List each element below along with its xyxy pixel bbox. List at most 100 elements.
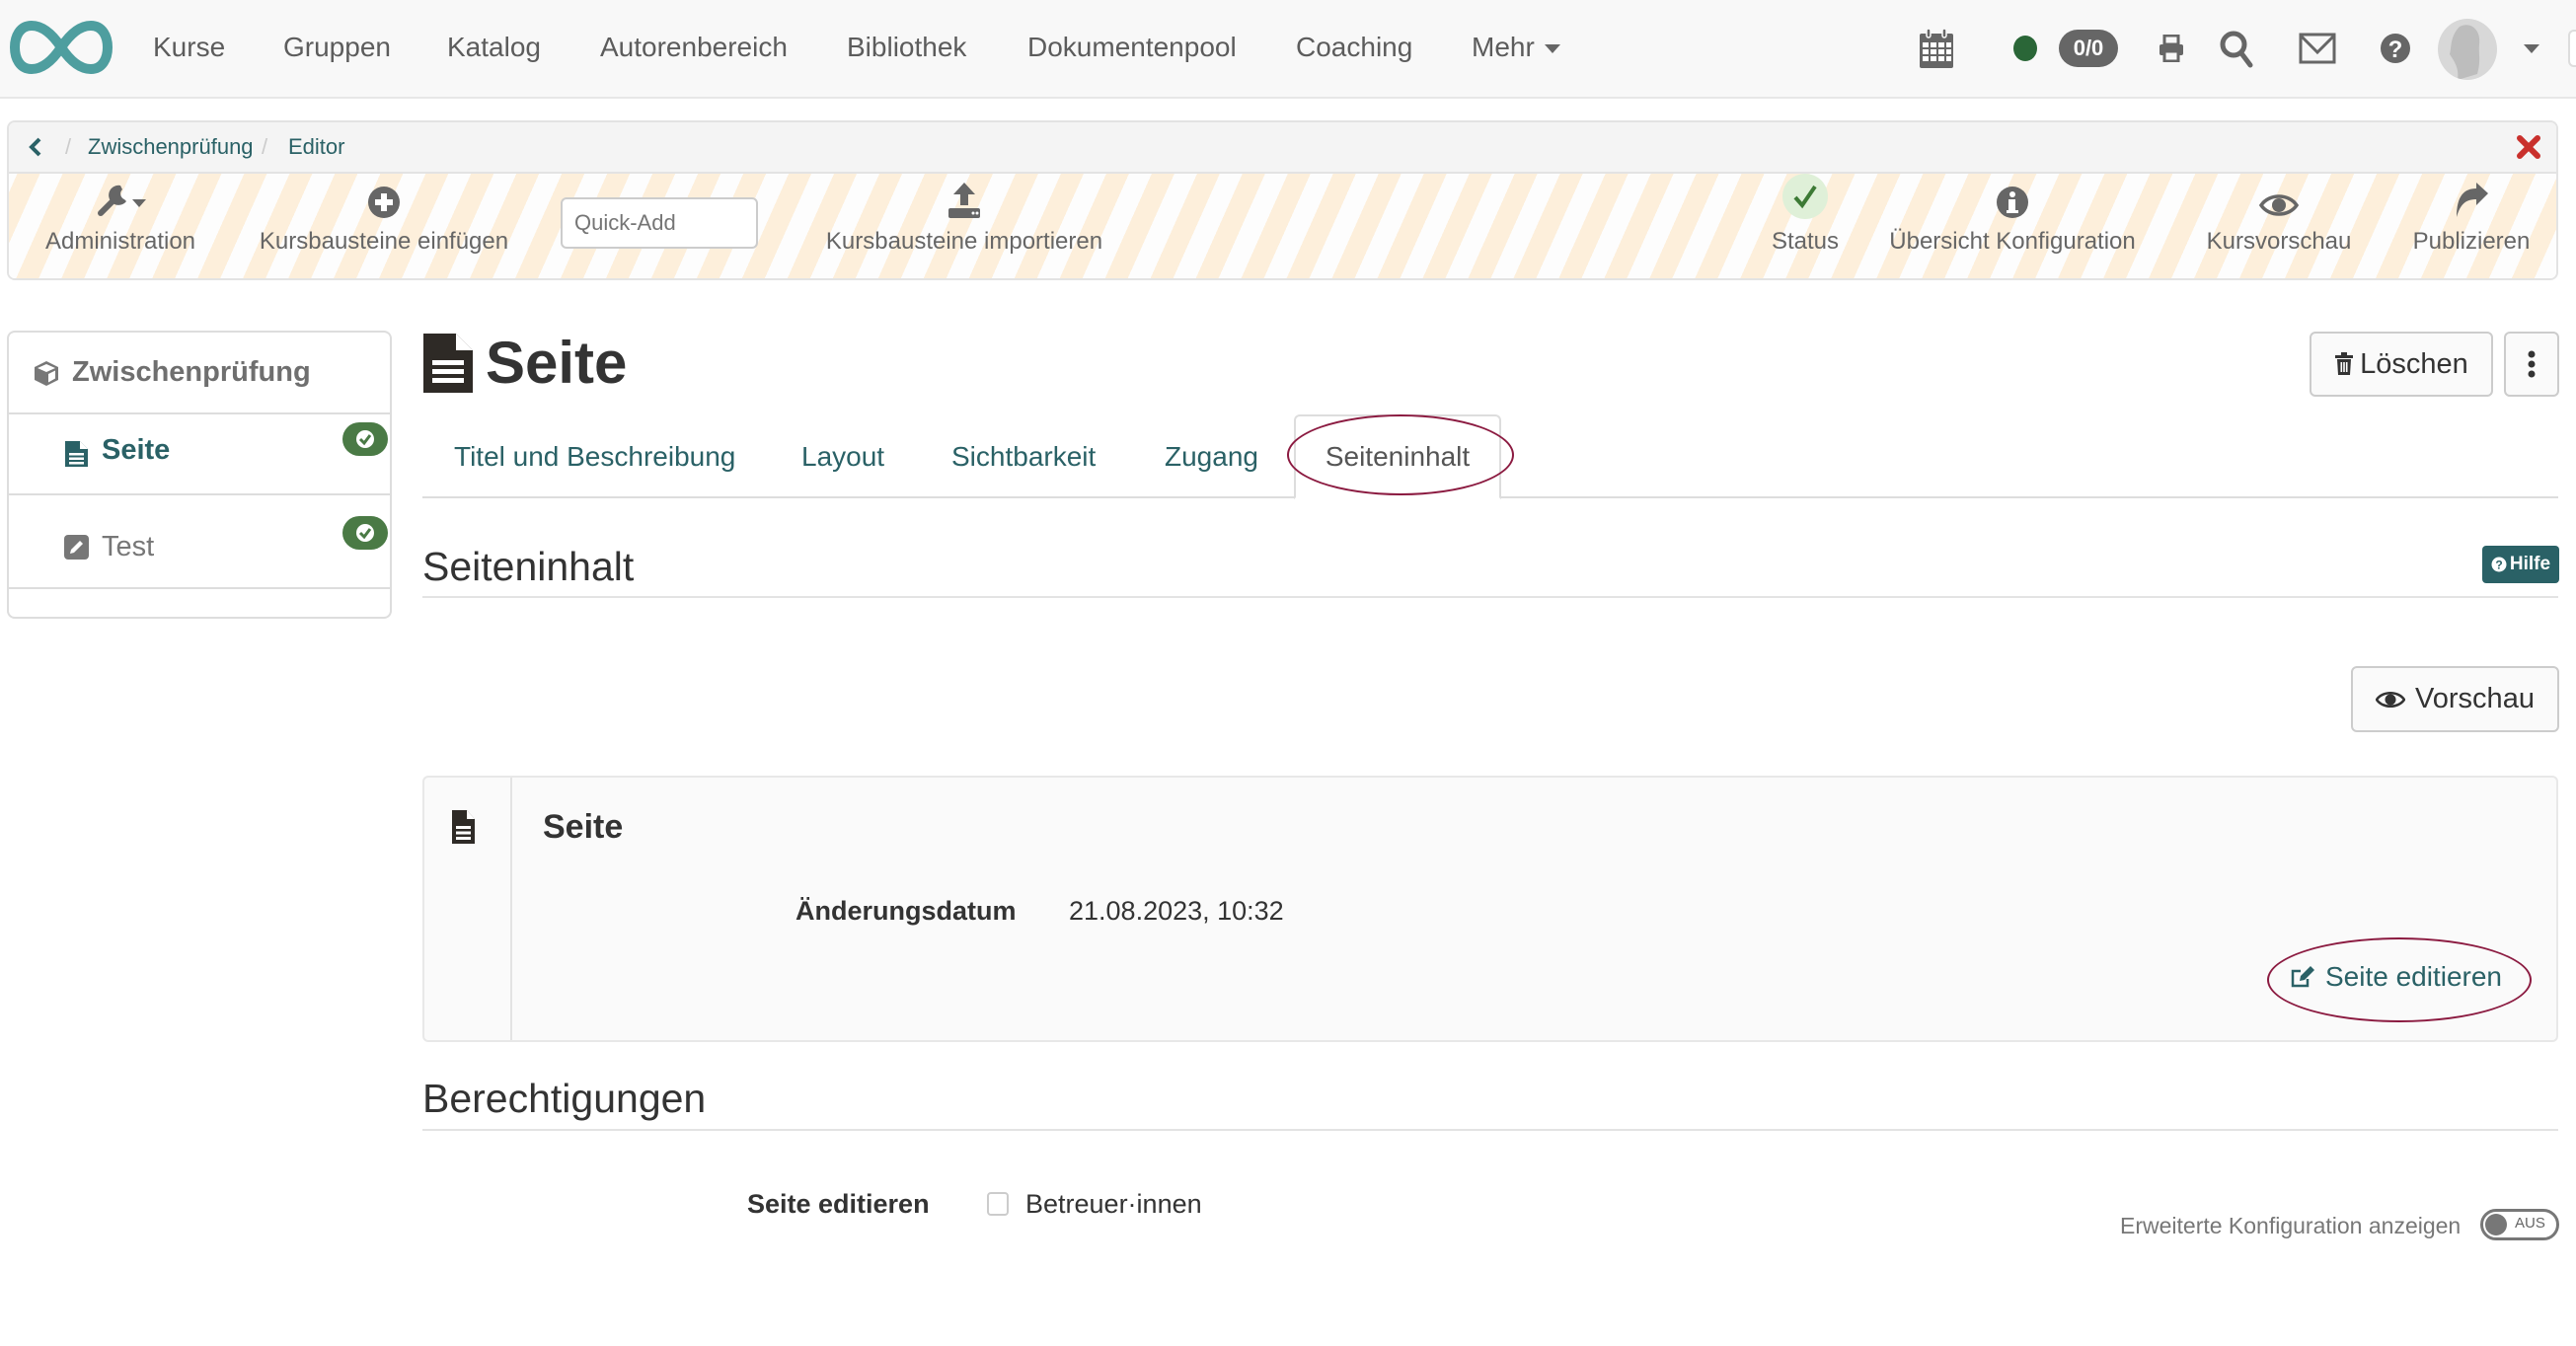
breadcrumb-item-course[interactable]: Zwischenprüfung <box>88 134 254 160</box>
administration-label: Administration <box>44 228 196 255</box>
course-tree-root-label: Zwischenprüfung <box>72 356 311 388</box>
help-button-label: Hilfe <box>2509 554 2551 574</box>
course-preview-label: Kursvorschau <box>2206 228 2352 255</box>
administration-button[interactable]: Administration <box>37 174 204 278</box>
advanced-config-toggle[interactable]: AUS <box>2480 1209 2559 1240</box>
sidebar-item-seite[interactable]: Seite <box>9 414 390 495</box>
calendar-icon[interactable] <box>1919 28 1954 69</box>
help-icon[interactable]: ? <box>2380 32 2411 65</box>
breadcrumb-separator: / <box>65 134 72 159</box>
publish-button[interactable]: Publizieren <box>2397 174 2545 278</box>
overview-configuration-button[interactable]: Übersicht Konfiguration <box>1884 174 2141 278</box>
status-ok-badge <box>342 422 388 456</box>
page-icon <box>65 441 88 467</box>
search-icon[interactable] <box>2219 30 2254 69</box>
edit-icon <box>2291 966 2314 988</box>
toggle-knob <box>2485 1214 2507 1235</box>
publish-label: Publizieren <box>2412 228 2531 255</box>
nav-item-gruppen[interactable]: Gruppen <box>283 30 391 65</box>
svg-text:?: ? <box>2388 37 2403 63</box>
status-label: Status <box>1771 228 1840 255</box>
editor-toolbar: Administration Kursbausteine einfügen Ku… <box>9 174 2556 278</box>
help-button[interactable]: ? Hilfe <box>2482 546 2559 583</box>
section-title-permissions: Berechtigungen <box>422 1076 707 1121</box>
plus-circle-icon <box>368 187 400 218</box>
nav-item-mehr-label: Mehr <box>1472 32 1535 62</box>
page-icon <box>452 810 475 844</box>
modified-date-label: Änderungsdatum <box>796 896 1017 926</box>
nav-item-katalog[interactable]: Katalog <box>447 30 541 65</box>
tab-visibility[interactable]: Sichtbarkeit <box>951 414 1096 498</box>
back-chevron-icon[interactable] <box>29 137 42 157</box>
overview-configuration-label: Übersicht Konfiguration <box>1889 228 2136 255</box>
counter-badge[interactable]: 0/0 <box>2059 30 2118 67</box>
status-ok-badge <box>342 516 388 550</box>
breadcrumb-item-editor[interactable]: Editor <box>288 134 344 160</box>
top-navigation-bar: Kurse Gruppen Katalog Autorenbereich Bib… <box>0 0 2576 99</box>
trash-icon <box>2335 352 2354 375</box>
user-menu-chevron-icon[interactable] <box>2524 44 2539 53</box>
section-divider <box>422 1129 2558 1131</box>
preview-button[interactable]: Vorschau <box>2351 666 2559 732</box>
status-button[interactable]: Status <box>1756 174 1855 278</box>
config-tabs: Titel und Beschreibung Layout Sichtbarke… <box>422 414 2558 499</box>
page-title-text: Seite <box>486 330 628 396</box>
edit-page-label: Seite editieren <box>2325 961 2503 992</box>
permission-edit-label: Seite editieren <box>747 1189 930 1219</box>
quick-add-input[interactable] <box>561 197 758 249</box>
breadcrumb-separator: / <box>262 134 268 159</box>
tab-page-content[interactable]: Seiteninhalt <box>1294 414 1501 499</box>
insert-course-nodes-button[interactable]: Kursbausteine einfügen <box>251 174 517 278</box>
tab-layout[interactable]: Layout <box>801 414 884 498</box>
avatar[interactable] <box>2438 19 2497 80</box>
coaches-checkbox-label[interactable]: Betreuer·innen <box>1025 1189 1202 1220</box>
upload-icon <box>948 183 980 218</box>
section-title-page-content: Seiteninhalt <box>422 544 635 589</box>
nav-item-mehr[interactable]: Mehr <box>1472 30 1560 65</box>
course-tree-sidebar: Zwischenprüfung Seite Test <box>7 331 392 619</box>
tab-access[interactable]: Zugang <box>1165 414 1258 498</box>
share-arrow-icon <box>2457 183 2488 217</box>
breadcrumb: / Zwischenprüfung / Editor <box>9 122 2556 174</box>
eye-icon <box>2259 194 2299 216</box>
check-circle-icon <box>356 430 374 448</box>
online-status-dot[interactable] <box>2013 36 2037 61</box>
kebab-menu-icon <box>2528 350 2536 378</box>
nav-item-dokumentenpool[interactable]: Dokumentenpool <box>1027 30 1237 65</box>
import-course-nodes-button[interactable]: Kursbausteine importieren <box>816 174 1112 278</box>
section-divider <box>422 596 2558 598</box>
course-tree-root[interactable]: Zwischenprüfung <box>9 333 390 414</box>
svg-text:?: ? <box>2495 559 2502 572</box>
page-title: Seite <box>422 328 627 399</box>
page-content-panel: Seite Änderungsdatum 21.08.2023, 10:32 <box>422 776 2558 1042</box>
modified-date-value: 21.08.2023, 10:32 <box>1069 896 1284 926</box>
nav-item-bibliothek[interactable]: Bibliothek <box>847 30 966 65</box>
tab-title-description[interactable]: Titel und Beschreibung <box>454 414 735 498</box>
nav-overflow-element[interactable] <box>2568 30 2576 67</box>
course-preview-button[interactable]: Kursvorschau <box>2190 174 2368 278</box>
wrench-icon <box>98 185 146 216</box>
chevron-down-icon <box>1544 44 1560 54</box>
coaches-checkbox[interactable] <box>987 1192 1009 1216</box>
close-icon[interactable] <box>2515 132 2542 162</box>
delete-button[interactable]: Löschen <box>2310 332 2493 397</box>
infinity-logo[interactable] <box>10 20 113 75</box>
checkmark-icon <box>1793 185 1817 209</box>
info-icon <box>1997 187 2028 218</box>
delete-button-label: Löschen <box>2360 347 2468 380</box>
toggle-state-text: AUS <box>2515 1215 2545 1232</box>
sidebar-item-test[interactable]: Test <box>9 495 390 589</box>
cube-icon <box>35 360 58 386</box>
print-icon[interactable] <box>2159 35 2184 62</box>
panel-title: Seite <box>543 808 624 846</box>
page-icon <box>423 334 473 393</box>
insert-course-nodes-label: Kursbausteine einfügen <box>259 228 509 255</box>
sidebar-item-test-label: Test <box>102 531 155 562</box>
edit-page-button[interactable]: Seite editieren <box>2290 961 2502 993</box>
nav-item-kurse[interactable]: Kurse <box>153 30 225 65</box>
sidebar-item-seite-label: Seite <box>102 434 171 466</box>
nav-item-coaching[interactable]: Coaching <box>1296 30 1412 65</box>
more-actions-button[interactable] <box>2504 332 2559 397</box>
nav-item-autorenbereich[interactable]: Autorenbereich <box>600 30 788 65</box>
mail-icon[interactable] <box>2299 33 2336 64</box>
